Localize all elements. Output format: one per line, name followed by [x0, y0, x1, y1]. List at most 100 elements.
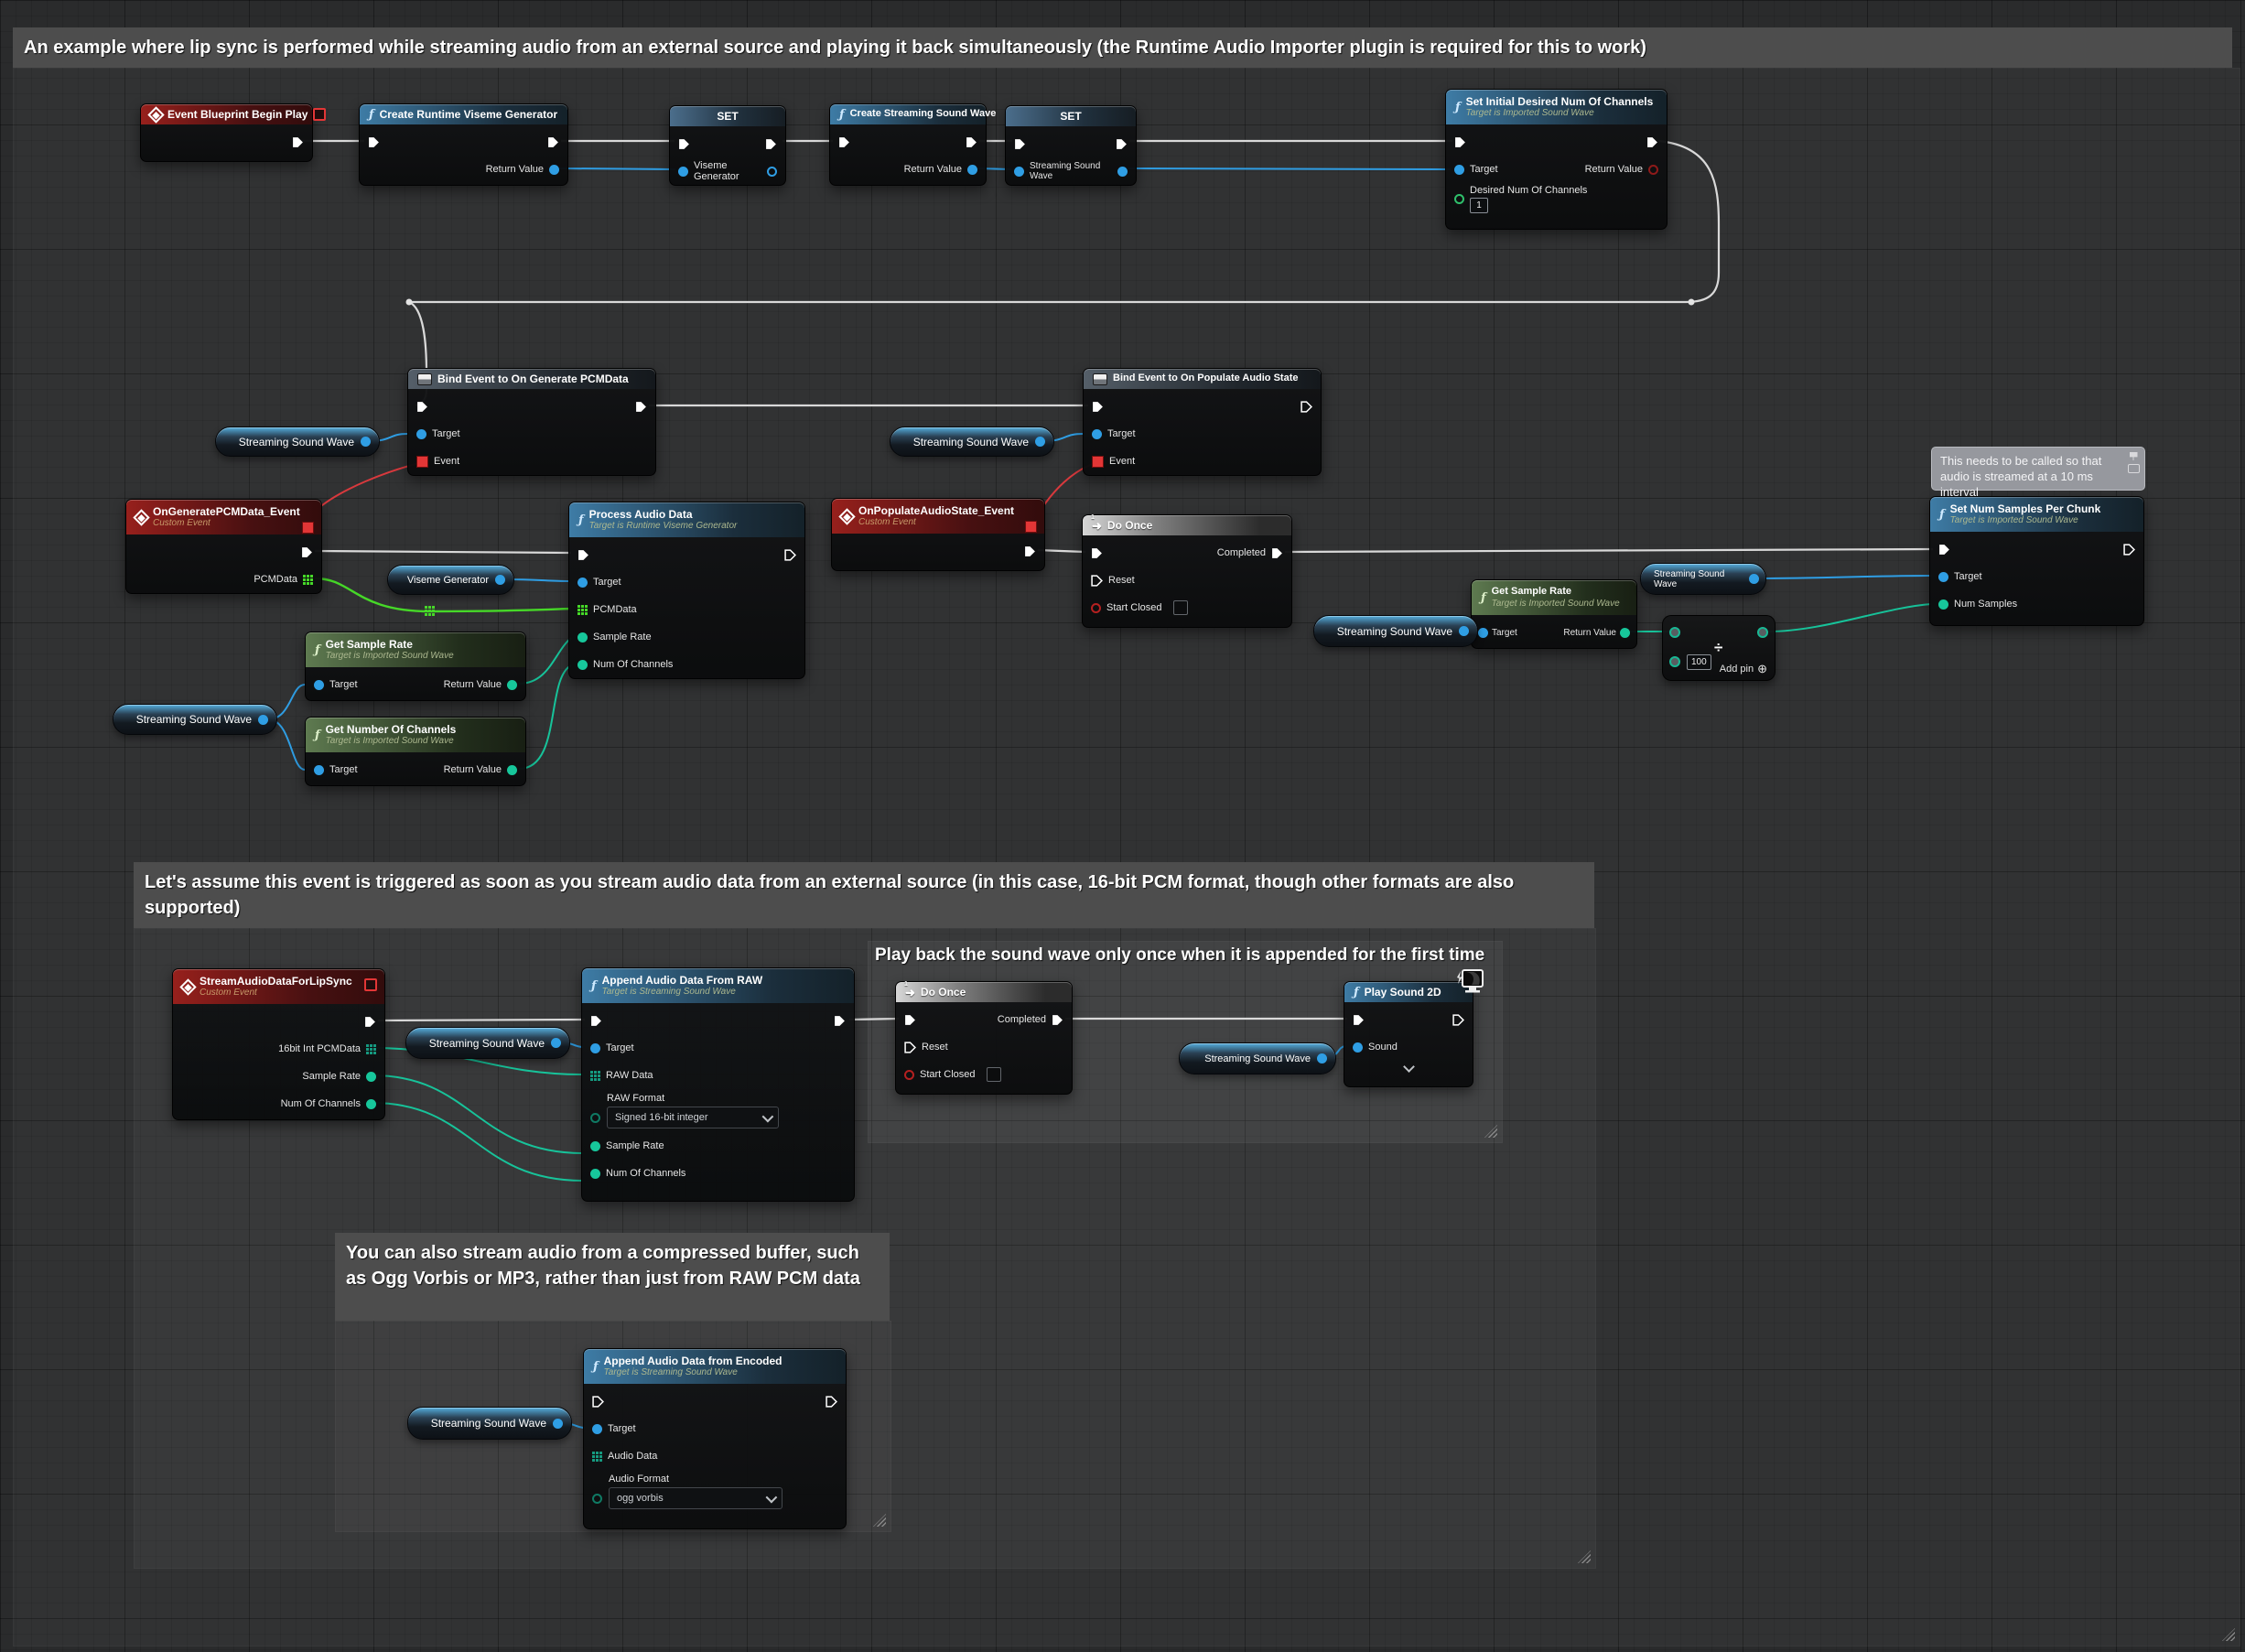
start-closed-pin[interactable]	[1091, 603, 1101, 613]
node-bind-event-on-generate-pcmdata[interactable]: Bind Event to On Generate PCMData Target…	[407, 368, 656, 476]
node-get-number-of-channels[interactable]: ƒ Get Number Of Channels Target is Impor…	[305, 717, 526, 786]
exec-in-pin[interactable]	[590, 1015, 602, 1027]
pcmdata-array-pin[interactable]	[303, 575, 313, 585]
audio-format-pin[interactable]	[592, 1494, 602, 1504]
output-pin[interactable]	[767, 167, 777, 177]
output-pin[interactable]	[1035, 437, 1045, 447]
pill-streaming-sound-wave-6[interactable]: Streaming Sound Wave	[405, 1027, 570, 1059]
node-set-num-samples-per-chunk[interactable]: ƒ Set Num Samples Per Chunk Target is Im…	[1929, 496, 2144, 626]
raw-data-array-pin[interactable]	[590, 1071, 600, 1081]
return-value-pin[interactable]	[1648, 165, 1658, 175]
exec-out-pin[interactable]	[547, 136, 559, 148]
pill-streaming-sound-wave-5[interactable]: Streaming Sound Wave	[1640, 563, 1766, 595]
node-set-streaming-sound-wave[interactable]: SET Streaming Sound Wave	[1005, 105, 1137, 186]
exec-out-pin[interactable]	[1646, 136, 1658, 148]
output-pin[interactable]	[1459, 626, 1469, 636]
pill-streaming-sound-wave-3[interactable]: Streaming Sound Wave	[113, 704, 277, 735]
exec-in-pin[interactable]	[1454, 136, 1466, 148]
output-pin[interactable]	[258, 715, 268, 725]
num-channels-pin[interactable]	[577, 660, 588, 670]
sample-rate-pin[interactable]	[366, 1072, 376, 1082]
reset-pin[interactable]	[1091, 575, 1103, 587]
expand-chevron-icon[interactable]	[1403, 1061, 1415, 1073]
divide-value[interactable]: 100	[1687, 654, 1711, 670]
exec-out-pin[interactable]	[635, 401, 647, 413]
return-value-pin[interactable]	[549, 165, 559, 175]
return-value-pin[interactable]	[507, 680, 517, 690]
target-pin[interactable]	[314, 765, 324, 775]
divide-input-b-pin[interactable]	[1669, 656, 1680, 667]
node-onpopulate-audiostate-event[interactable]: OnPopulateAudioState_Event Custom Event	[831, 498, 1045, 571]
num-channels-pin[interactable]	[366, 1099, 376, 1109]
add-pin-button[interactable]: Add pin ⊕	[1720, 663, 1767, 675]
pill-viseme-generator[interactable]: Viseme Generator	[387, 565, 514, 595]
exec-in-pin[interactable]	[1092, 401, 1104, 413]
target-pin[interactable]	[1092, 429, 1102, 439]
event-pin[interactable]	[416, 456, 428, 468]
pcmdata-array-pin[interactable]	[577, 605, 588, 615]
node-do-once-bottom[interactable]: 1➜ Do Once Completed Reset Start Closed	[895, 981, 1073, 1095]
node-append-audio-data-from-raw[interactable]: ƒ Append Audio Data From RAW Target is S…	[581, 967, 855, 1202]
num-channels-pin[interactable]	[590, 1169, 600, 1179]
node-event-begin-play[interactable]: Event Blueprint Begin Play	[140, 103, 313, 162]
divide-input-a-pin[interactable]	[1669, 627, 1680, 638]
sound-pin[interactable]	[1353, 1042, 1363, 1053]
return-value-pin[interactable]	[1620, 628, 1630, 638]
reset-pin[interactable]	[904, 1042, 916, 1053]
pill-streaming-sound-wave-1[interactable]: Streaming Sound Wave	[215, 426, 380, 457]
output-pin[interactable]	[361, 437, 371, 447]
node-get-sample-rate-right[interactable]: ƒ Get Sample Rate Target is Imported Sou…	[1471, 579, 1637, 649]
target-pin[interactable]	[1478, 628, 1488, 638]
node-create-runtime-viseme-generator[interactable]: ƒ Create Runtime Viseme Generator Return…	[359, 103, 568, 186]
node-process-audio-data[interactable]: ƒ Process Audio Data Target is Runtime V…	[568, 502, 805, 679]
exec-in-pin[interactable]	[838, 136, 850, 148]
exec-in-pin[interactable]	[577, 549, 589, 561]
node-bind-event-on-populate-audio-state[interactable]: Bind Event to On Populate Audio State Ta…	[1083, 368, 1322, 476]
exec-out-pin[interactable]	[834, 1015, 846, 1027]
start-closed-checkbox[interactable]	[1173, 600, 1188, 615]
completed-pin[interactable]	[1052, 1014, 1063, 1026]
desired-num-value[interactable]: 1	[1470, 198, 1488, 213]
exec-out-pin[interactable]	[1452, 1014, 1464, 1026]
exec-in-pin[interactable]	[1014, 138, 1026, 150]
exec-in-pin[interactable]	[416, 401, 428, 413]
delegate-pin[interactable]	[364, 978, 377, 991]
node-do-once-top[interactable]: 1➜ Do Once Completed Reset Start Closed	[1082, 514, 1292, 628]
start-closed-pin[interactable]	[904, 1070, 914, 1080]
raw-format-pin[interactable]	[590, 1113, 600, 1123]
reroute-dot-right[interactable]	[1689, 299, 1695, 306]
raw-format-dropdown[interactable]: Signed 16-bit integer	[607, 1107, 779, 1128]
target-pin[interactable]	[416, 429, 426, 439]
pcm16-array-pin[interactable]	[366, 1044, 376, 1054]
bubble-pin-icon[interactable]	[2130, 452, 2138, 460]
sample-rate-pin[interactable]	[590, 1141, 600, 1151]
reroute-dot-left[interactable]	[406, 299, 413, 306]
exec-in-pin[interactable]	[368, 136, 380, 148]
target-pin[interactable]	[1454, 165, 1464, 175]
node-divide[interactable]: ÷ 100 Add pin ⊕	[1662, 615, 1775, 681]
node-append-audio-data-from-encoded[interactable]: ƒ Append Audio Data from Encoded Target …	[583, 1348, 847, 1529]
delegate-pin[interactable]	[313, 108, 326, 121]
desired-num-pin[interactable]	[1454, 194, 1464, 204]
pill-streaming-sound-wave-2[interactable]: Streaming Sound Wave	[890, 426, 1054, 457]
exec-in-pin[interactable]	[1938, 544, 1950, 556]
event-pin[interactable]	[1092, 456, 1104, 468]
input-pin[interactable]	[678, 167, 688, 177]
audio-data-array-pin[interactable]	[592, 1452, 602, 1462]
exec-out-pin[interactable]	[364, 1016, 376, 1028]
node-create-streaming-sound-wave[interactable]: ƒ Create Streaming Sound Wave Return Val…	[829, 103, 987, 186]
exec-out-pin[interactable]	[966, 136, 977, 148]
pill-streaming-sound-wave-7[interactable]: Streaming Sound Wave	[1179, 1042, 1336, 1074]
output-pin[interactable]	[1749, 574, 1759, 584]
output-pin[interactable]	[553, 1419, 563, 1429]
exec-out-pin[interactable]	[784, 549, 796, 561]
exec-out-pin[interactable]	[2123, 544, 2135, 556]
exec-out-pin[interactable]	[292, 136, 304, 148]
node-set-viseme-generator[interactable]: SET Viseme Generator	[669, 105, 786, 186]
exec-in-pin[interactable]	[904, 1014, 916, 1026]
delegate-pin[interactable]	[302, 522, 314, 534]
exec-in-pin[interactable]	[678, 138, 690, 150]
node-get-sample-rate-left[interactable]: ƒ Get Sample Rate Target is Imported Sou…	[305, 632, 526, 701]
output-pin[interactable]	[495, 575, 505, 585]
node-stream-audio-data-for-lipsync[interactable]: StreamAudioDataForLipSync Custom Event 1…	[172, 968, 385, 1120]
